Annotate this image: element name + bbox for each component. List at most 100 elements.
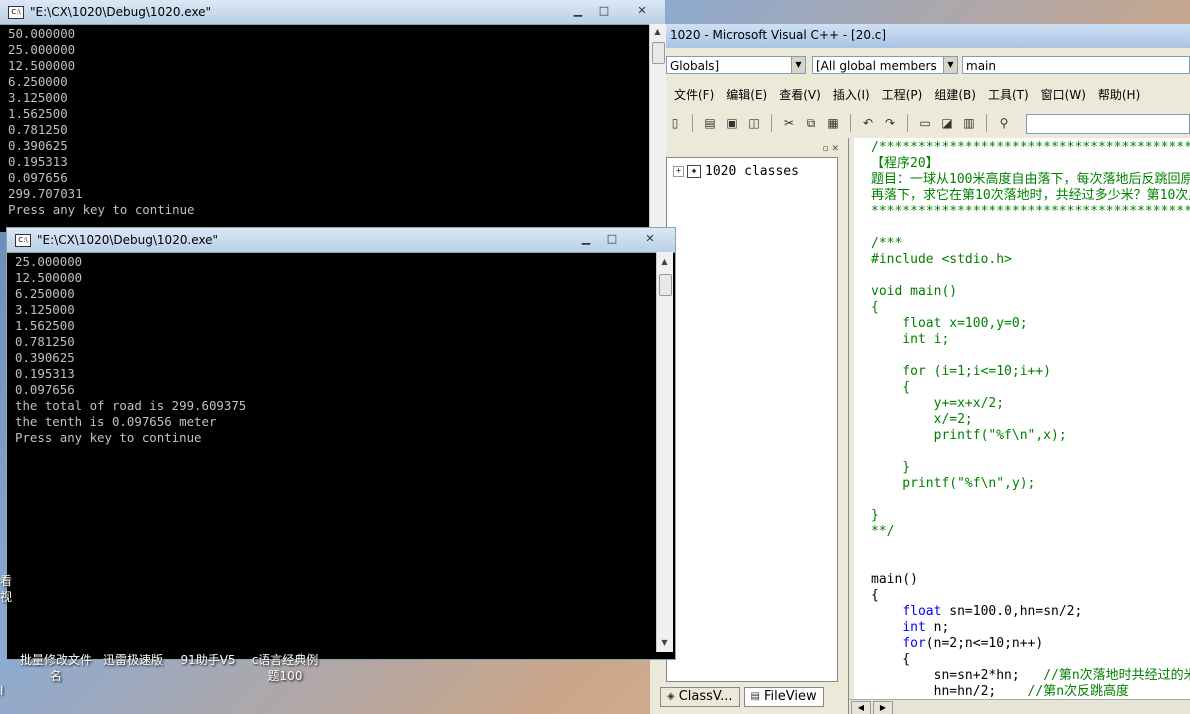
desktop-icon-thunder[interactable]: 迅雷极速版 — [98, 652, 168, 668]
undo-icon[interactable]: ↶ — [859, 114, 877, 132]
source-code[interactable]: /*** ************************************… — [871, 140, 1190, 700]
expand-icon[interactable]: + — [673, 166, 684, 177]
maximize-button[interactable]: □ — [593, 3, 615, 19]
chevron-down-icon[interactable]: ▼ — [791, 57, 805, 73]
workspace-icon[interactable]: ▭ — [916, 114, 934, 132]
code-line[interactable]: 再落下，求它在第10次落地时，共经过多少米？第10次反弹多高？ — [871, 188, 1190, 204]
code-line[interactable]: sn=sn+2*hn; //第n次落地时共经过的米数 — [871, 668, 1190, 684]
desktop-icon-91-assistant[interactable]: 91助手V5 — [180, 652, 236, 668]
code-line[interactable]: y+=x+x/2; — [871, 396, 1190, 412]
code-line[interactable]: for(n=2;n<=10;n++) — [871, 636, 1190, 652]
code-line[interactable]: 【程序20】 — [871, 156, 1190, 172]
code-line[interactable]: /***************************************… — [871, 140, 1190, 156]
console-front-output-line: 25.000000 — [15, 254, 83, 269]
editor-horizontal-scrollbar[interactable]: ◀ ▶ — [849, 699, 1190, 714]
maximize-button[interactable]: □ — [601, 231, 623, 247]
menu-window[interactable]: 窗口(W) — [1041, 86, 1086, 104]
code-line[interactable]: printf("%f\n",y); — [871, 476, 1190, 492]
members-combo[interactable]: [All global members ▼ — [812, 56, 958, 74]
new-file-icon[interactable]: ▯ — [666, 114, 684, 132]
scroll-thumb[interactable] — [652, 42, 665, 64]
class-tree-root[interactable]: 1020 classes — [705, 164, 799, 179]
close-button[interactable]: ✕ — [639, 231, 661, 247]
menu-tools[interactable]: 工具(T) — [988, 86, 1029, 104]
code-line[interactable]: ****************************************… — [871, 204, 1190, 220]
code-line[interactable] — [871, 556, 1190, 572]
code-line[interactable] — [871, 540, 1190, 556]
code-line[interactable] — [871, 220, 1190, 236]
copy-icon[interactable]: ⧉ — [802, 114, 820, 132]
desktop-icon-c-examples[interactable]: c语言经典例题100 — [250, 652, 320, 684]
save-icon[interactable]: ▣ — [723, 114, 741, 132]
code-line[interactable]: int n; — [871, 620, 1190, 636]
code-line[interactable]: for (i=1;i<=10;i++) — [871, 364, 1190, 380]
code-line[interactable] — [871, 444, 1190, 460]
desktop-icon-batch-rename[interactable]: 批量修改文件名 — [18, 652, 94, 684]
console-front-scrollbar[interactable]: ▲ ▼ — [656, 252, 673, 652]
code-line[interactable] — [871, 348, 1190, 364]
find-field[interactable] — [1026, 114, 1190, 134]
code-line[interactable]: { — [871, 380, 1190, 396]
console-back-output-line: 25.000000 — [8, 42, 76, 57]
code-line[interactable] — [871, 492, 1190, 508]
console-window-back[interactable]: C:\ "E:\CX\1020\Debug\1020.exe" ▁ □ ✕ 50… — [0, 0, 666, 232]
close-button[interactable]: ✕ — [631, 3, 653, 19]
menu-edit[interactable]: 编辑(E) — [726, 86, 767, 104]
console-back-scrollbar[interactable]: ▲ — [649, 24, 666, 232]
ide-title-bar[interactable]: 1020 - Microsoft Visual C++ - [20.c] — [650, 24, 1190, 48]
code-line[interactable]: { — [871, 588, 1190, 604]
minimize-button[interactable]: ▁ — [575, 231, 597, 247]
scope-combo[interactable]: Globals] ▼ — [666, 56, 806, 74]
code-line[interactable]: #include <stdio.h> — [871, 252, 1190, 268]
code-line[interactable]: **/ — [871, 524, 1190, 540]
scroll-down-icon[interactable]: ▼ — [658, 636, 671, 650]
code-line[interactable]: float sn=100.0,hn=sn/2; — [871, 604, 1190, 620]
scroll-left-icon[interactable]: ◀ — [851, 701, 871, 714]
console-back-output-line: 0.781250 — [8, 122, 68, 137]
code-line[interactable]: 题目：一球从100米高度自由落下，每次落地后反跳回原高度的一半； — [871, 172, 1190, 188]
code-line[interactable]: { — [871, 652, 1190, 668]
code-line[interactable] — [871, 268, 1190, 284]
find-in-files-icon[interactable]: ⚲ — [995, 114, 1013, 132]
menu-view[interactable]: 查看(V) — [779, 86, 821, 104]
menu-project[interactable]: 工程(P) — [882, 86, 923, 104]
console-back-title-bar[interactable]: C:\ "E:\CX\1020\Debug\1020.exe" ▁ □ ✕ — [0, 0, 665, 25]
code-editor[interactable]: /*** ************************************… — [848, 138, 1190, 714]
menu-file[interactable]: 文件(F) — [674, 86, 714, 104]
menu-help[interactable]: 帮助(H) — [1098, 86, 1140, 104]
open-folder-icon[interactable]: ▤ — [701, 114, 719, 132]
redo-icon[interactable]: ↷ — [881, 114, 899, 132]
paste-icon[interactable]: ▦ — [824, 114, 842, 132]
windows-list-icon[interactable]: ▥ — [960, 114, 978, 132]
save-all-icon[interactable]: ◫ — [745, 114, 763, 132]
code-line[interactable]: int i; — [871, 332, 1190, 348]
code-line[interactable]: { — [871, 300, 1190, 316]
cut-icon[interactable]: ✂ — [780, 114, 798, 132]
tab-classview[interactable]: ◈ ClassV... — [660, 687, 740, 707]
code-line[interactable]: } — [871, 460, 1190, 476]
console-back-output-line: 50.000000 — [8, 26, 76, 41]
code-line[interactable]: float x=100,y=0; — [871, 316, 1190, 332]
scroll-up-icon[interactable]: ▲ — [658, 255, 671, 269]
code-line[interactable]: main() — [871, 572, 1190, 588]
console-front-title-bar[interactable]: C:\ "E:\CX\1020\Debug\1020.exe" ▁ □ ✕ — [7, 228, 675, 253]
scroll-right-icon[interactable]: ▶ — [873, 701, 893, 714]
code-line[interactable]: } — [871, 508, 1190, 524]
chevron-down-icon[interactable]: ▼ — [943, 57, 957, 73]
code-line[interactable]: /*** — [871, 236, 1190, 252]
menu-insert[interactable]: 插入(I) — [833, 86, 870, 104]
code-line[interactable]: printf("%f\n",x); — [871, 428, 1190, 444]
pane-controls[interactable]: ▫ ✕ — [667, 144, 839, 156]
desktop-icon-label: 迅雷极速版 — [102, 653, 163, 667]
output-icon[interactable]: ◪ — [938, 114, 956, 132]
tab-fileview[interactable]: ▤ FileView — [743, 687, 824, 707]
console-window-front[interactable]: C:\ "E:\CX\1020\Debug\1020.exe" ▁ □ ✕ 25… — [6, 227, 676, 660]
code-line[interactable]: void main() — [871, 284, 1190, 300]
function-combo[interactable]: main — [962, 56, 1190, 74]
code-line[interactable]: x/=2; — [871, 412, 1190, 428]
code-line[interactable]: hn=hn/2; //第n次反跳高度 — [871, 684, 1190, 700]
minimize-button[interactable]: ▁ — [567, 3, 589, 19]
menu-build[interactable]: 组建(B) — [934, 86, 976, 104]
scroll-thumb[interactable] — [659, 274, 672, 296]
scroll-up-icon[interactable]: ▲ — [651, 25, 664, 39]
